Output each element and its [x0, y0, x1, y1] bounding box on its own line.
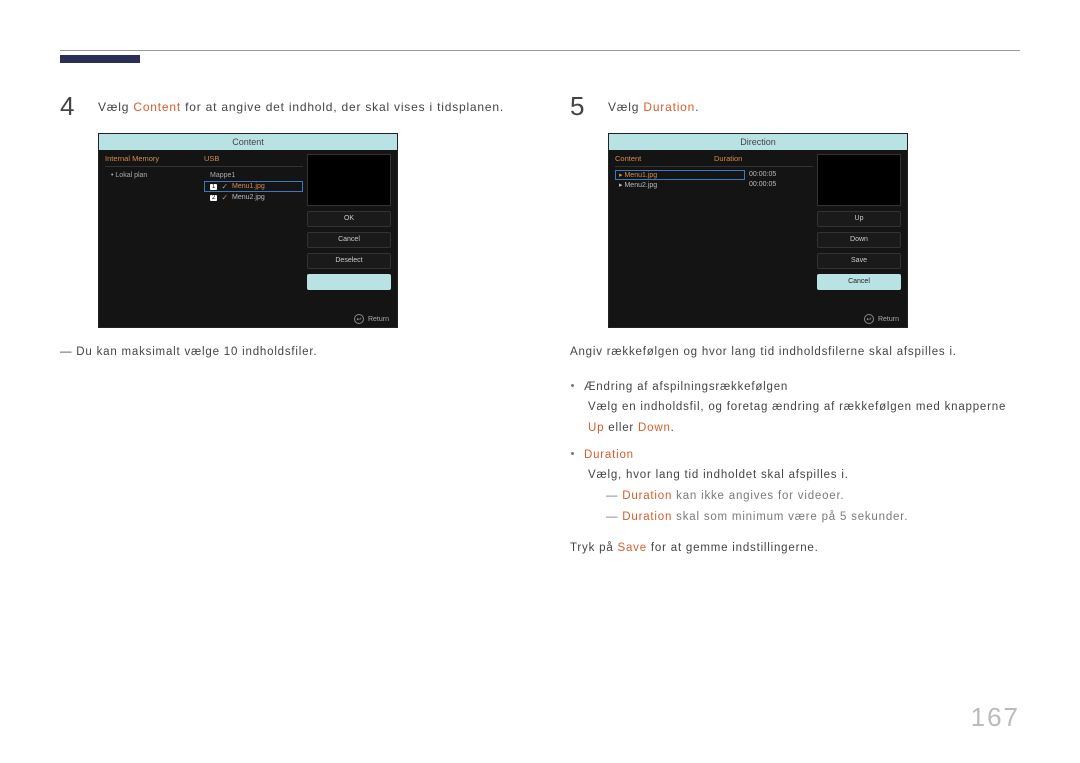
device4-local-plan[interactable]: • Lokal plan [105, 170, 204, 181]
device-content-panel: Content Internal Memory USB • Lokal plan [98, 133, 398, 328]
device5-return-label: Return [878, 316, 899, 323]
check-icon: ✓ [221, 193, 228, 202]
step4-note: ― Du kan maksimalt vælge 10 indholdsfile… [60, 342, 510, 363]
duration-sub-1: ― Duration kan ikke angives for videoer. [606, 486, 1020, 507]
step5-intro: Angiv rækkefølgen og hvor lang tid indho… [570, 342, 1020, 363]
device-direction-panel: Direction Content Duration ▸ Menu1.jpg 0… [608, 133, 908, 328]
step-4-suffix: for at angive det indhold, der skal vise… [181, 100, 504, 114]
cancel-button-5[interactable]: Cancel [817, 274, 901, 290]
device4-return-label: Return [368, 316, 389, 323]
page-number: 167 [971, 702, 1020, 733]
device5-file1: ▸ Menu1.jpg [615, 170, 745, 180]
device4-file1-row[interactable]: 1 ✓ Menu1.jpg [204, 181, 303, 192]
bullet-seq-body: Vælg en indholdsfil, og foretag ændring … [588, 397, 1020, 438]
device4-file2-num: 2 [210, 195, 217, 201]
duration-sub-2: ― Duration skal som minimum være på 5 se… [606, 507, 1020, 528]
highlight-button[interactable] [307, 274, 391, 290]
step-5-number: 5 [570, 93, 592, 119]
save-button[interactable]: Save [817, 253, 901, 269]
return-icon[interactable]: ↩ [354, 314, 364, 324]
deselect-button[interactable]: Deselect [307, 253, 391, 269]
device4-head-usb[interactable]: USB [204, 154, 303, 163]
device4-title: Content [99, 134, 397, 150]
device5-file2: ▸ Menu2.jpg [615, 180, 745, 190]
device4-preview [307, 154, 391, 206]
step-4-text: Vælg Content for at angive det indhold, … [98, 93, 504, 116]
step-5-prefix: Vælg [608, 100, 643, 114]
step-4-number: 4 [60, 93, 82, 119]
device4-file1-label: Menu1.jpg [232, 183, 265, 190]
device4-file2-label: Menu2.jpg [232, 194, 265, 201]
device5-dur2: 00:00:05 [745, 180, 813, 190]
step-4-keyword: Content [133, 100, 181, 114]
device4-folder[interactable]: Mappe1 [204, 170, 303, 181]
return-icon[interactable]: ↩ [864, 314, 874, 324]
device4-head-internal[interactable]: Internal Memory [105, 154, 204, 163]
device5-preview [817, 154, 901, 206]
device5-head-duration[interactable]: Duration [714, 154, 813, 163]
bullet-icon: • [570, 377, 576, 398]
cancel-button[interactable]: Cancel [307, 232, 391, 248]
closing-line: Tryk på Save for at gemme indstillingern… [570, 538, 1020, 559]
device4-file1-num: 1 [210, 184, 217, 190]
up-button[interactable]: Up [817, 211, 901, 227]
bullet-seq-head: Ændring af afspilningsrækkefølgen [584, 377, 788, 398]
bullet-icon: • [570, 445, 576, 466]
device5-row-2[interactable]: ▸ Menu2.jpg 00:00:05 [615, 180, 813, 190]
step-5-keyword: Duration [643, 100, 695, 114]
device5-dur1: 00:00:05 [745, 170, 813, 180]
device5-head-content[interactable]: Content [615, 154, 714, 163]
device4-file2-row[interactable]: 2 ✓ Menu2.jpg [204, 192, 303, 203]
device5-row-1[interactable]: ▸ Menu1.jpg 00:00:05 [615, 170, 813, 180]
device5-title: Direction [609, 134, 907, 150]
step-5-suffix: . [695, 100, 699, 114]
step-5-text: Vælg Duration. [608, 93, 699, 116]
step-4-prefix: Vælg [98, 100, 133, 114]
bullet-duration-head: Duration [584, 445, 634, 466]
down-button[interactable]: Down [817, 232, 901, 248]
check-icon: ✓ [221, 182, 228, 191]
ok-button[interactable]: OK [307, 211, 391, 227]
bullet-duration-body: Vælg, hvor lang tid indholdet skal afspi… [588, 465, 1020, 486]
